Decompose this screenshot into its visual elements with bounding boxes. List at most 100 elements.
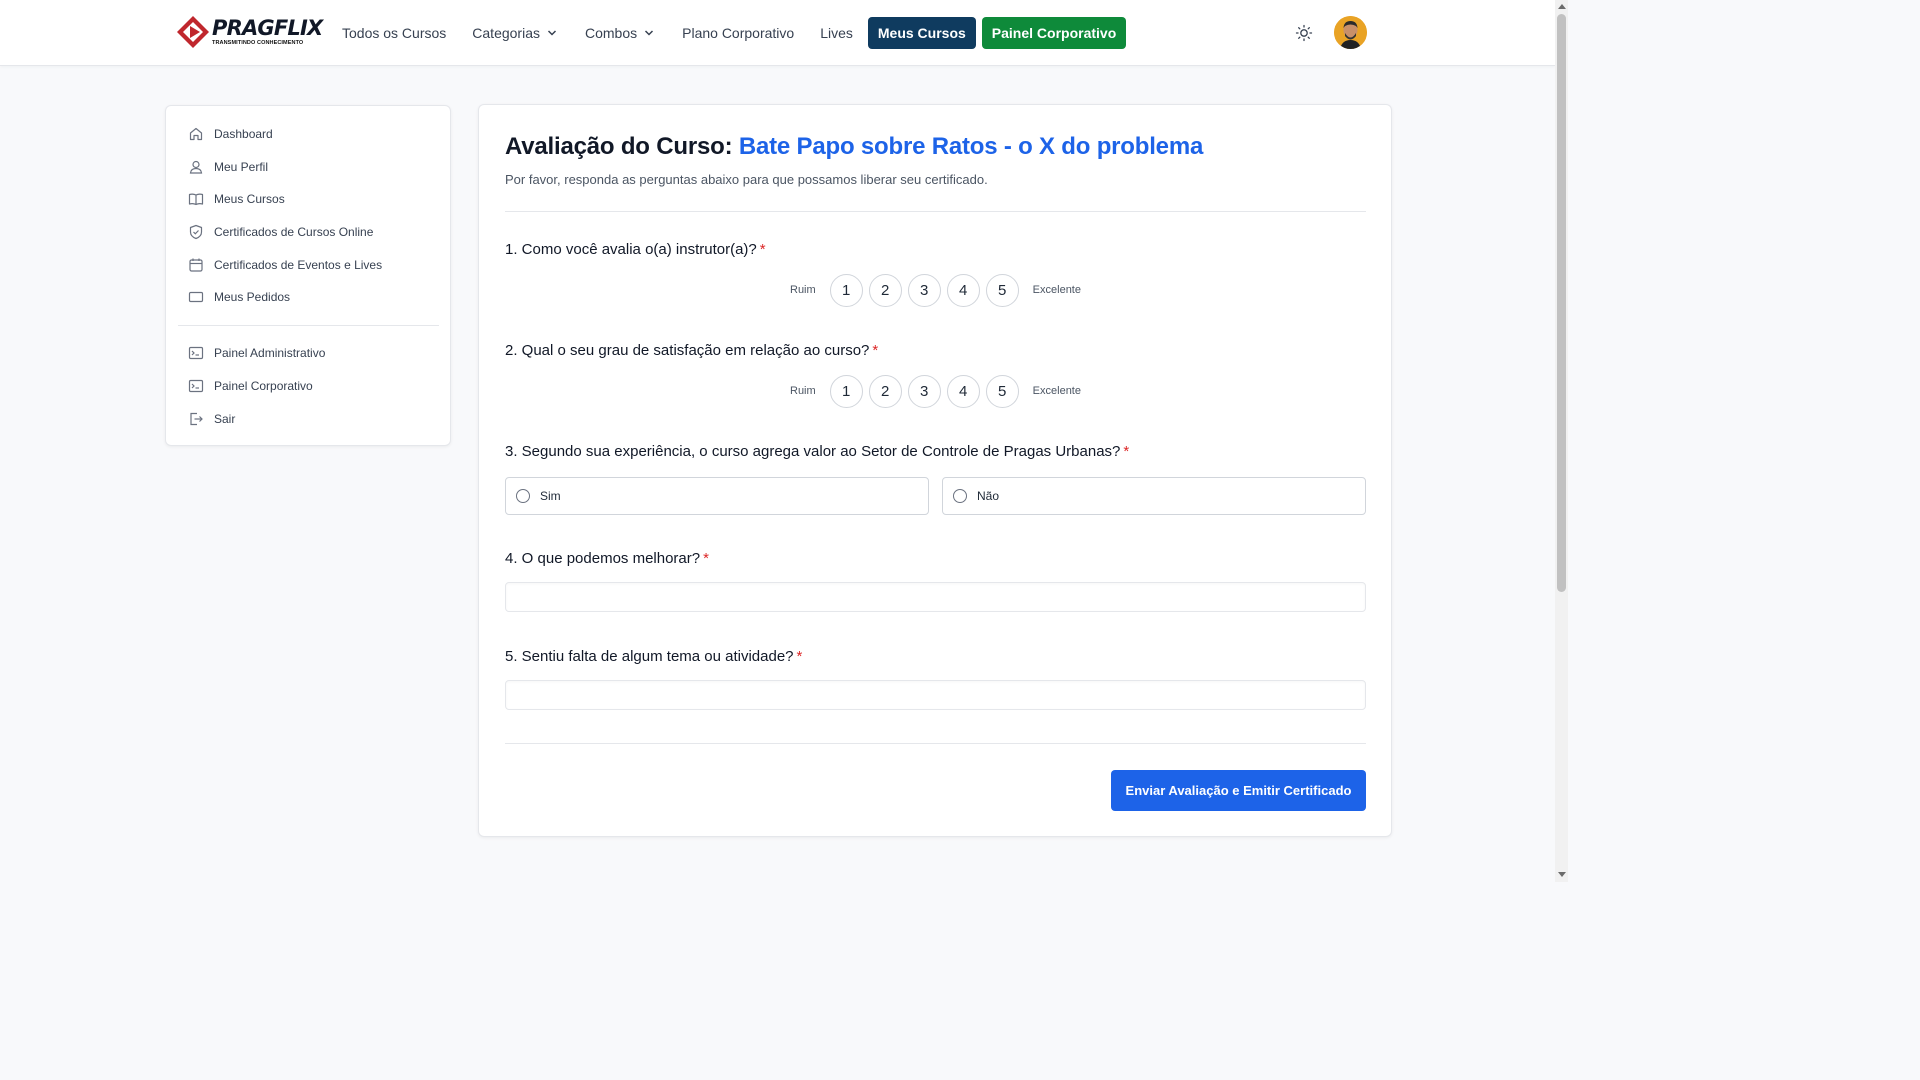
scale-low-label: Ruim bbox=[790, 284, 816, 296]
rating-option-1[interactable]: 1 bbox=[829, 273, 863, 307]
home-icon bbox=[189, 127, 203, 141]
chevron-down-icon bbox=[547, 29, 557, 36]
sidebar-item-dashboard[interactable]: Dashboard bbox=[188, 122, 273, 146]
scale-high-label: Excelente bbox=[1032, 385, 1081, 397]
rating-option-5[interactable]: 5 bbox=[985, 273, 1019, 307]
corporate-panel-button[interactable]: Painel Corporativo bbox=[981, 16, 1127, 49]
scroll-down-arrow-icon[interactable] bbox=[1558, 872, 1566, 877]
logout-icon bbox=[190, 412, 203, 426]
question-3-text: 3. Segundo sua experiência, o curso agre… bbox=[505, 443, 1121, 460]
sidebar-item-label: Meus Cursos bbox=[214, 192, 285, 206]
my-courses-button[interactable]: Meus Cursos bbox=[867, 16, 976, 49]
sidebar-item-profile[interactable]: Meu Perfil bbox=[188, 155, 268, 179]
account-sidebar: Dashboard Meu Perfil Meus Cursos Certifi… bbox=[165, 105, 451, 446]
nav-corporate-plan-label: Plano Corporativo bbox=[682, 24, 795, 41]
user-avatar[interactable] bbox=[1334, 16, 1367, 49]
nav-combos-label: Combos bbox=[584, 24, 638, 41]
terminal-icon bbox=[188, 346, 204, 360]
page-scrollbar[interactable] bbox=[1555, 0, 1568, 882]
chevron-down-icon bbox=[645, 29, 654, 36]
title-prefix: Avaliação do Curso: bbox=[505, 133, 733, 160]
sidebar-item-label: Dashboard bbox=[214, 127, 273, 141]
main-nav: Todos os Cursos Categorias Combos Plano … bbox=[342, 16, 1127, 49]
question-4-label: 4. O que podemos melhorar? * bbox=[505, 550, 709, 567]
rating-option-3[interactable]: 3 bbox=[907, 273, 941, 307]
sidebar-divider bbox=[178, 325, 439, 326]
book-icon bbox=[188, 193, 204, 206]
rating-option-4[interactable]: 4 bbox=[946, 374, 980, 408]
course-name: Bate Papo sobre Ratos - o X do problema bbox=[738, 133, 1204, 160]
question-2-text: 2. Qual o seu grau de satisfação em rela… bbox=[505, 342, 870, 359]
question-2-rating-scale: Ruim 1 2 3 4 5 Excelente bbox=[790, 374, 1081, 408]
user-icon bbox=[189, 160, 203, 174]
required-marker: * bbox=[703, 550, 709, 567]
required-marker: * bbox=[1123, 443, 1130, 460]
question-4-text: 4. O que podemos melhorar? bbox=[505, 550, 701, 567]
required-marker: * bbox=[872, 342, 879, 359]
terminal-icon bbox=[188, 379, 204, 393]
sidebar-item-my-courses[interactable]: Meus Cursos bbox=[188, 187, 285, 211]
missing-topic-input[interactable] bbox=[505, 680, 1366, 710]
question-2-label: 2. Qual o seu grau de satisfação em rela… bbox=[505, 342, 878, 359]
nav-all-courses[interactable]: Todos os Cursos bbox=[342, 16, 446, 49]
rating-option-4[interactable]: 4 bbox=[946, 273, 980, 307]
footer-divider bbox=[505, 743, 1366, 744]
rating-option-3[interactable]: 3 bbox=[907, 374, 941, 408]
logo-tagline: TRANSMITINDO CONHECIMENTO bbox=[212, 39, 304, 46]
nav-combos[interactable]: Combos bbox=[585, 16, 654, 49]
sidebar-item-label: Painel Administrativo bbox=[214, 346, 326, 360]
sun-icon[interactable] bbox=[1294, 23, 1314, 43]
submit-evaluation-button[interactable]: Enviar Avaliação e Emitir Certificado bbox=[1111, 770, 1366, 811]
logo-play-icon bbox=[177, 16, 209, 48]
improvement-input[interactable] bbox=[505, 582, 1366, 612]
question-3-label: 3. Segundo sua experiência, o curso agre… bbox=[505, 443, 1129, 460]
nav-categories-label: Categorias bbox=[472, 24, 540, 41]
scale-low-label: Ruim bbox=[790, 385, 816, 397]
sidebar-item-label: Meu Perfil bbox=[214, 160, 269, 174]
radio-option-sim[interactable]: Sim bbox=[505, 477, 929, 515]
sidebar-item-orders[interactable]: Meus Pedidos bbox=[188, 285, 290, 309]
sidebar-item-online-certificates[interactable]: Certificados de Cursos Online bbox=[188, 220, 373, 244]
sidebar-item-label: Certificados de Eventos e Lives bbox=[214, 258, 383, 272]
pragflix-logo[interactable]: PRAGFLIX TRANSMITINDO CONHECIMENTO bbox=[176, 15, 323, 49]
sidebar-item-logout[interactable]: Sair bbox=[188, 407, 235, 431]
question-1-rating-scale: Ruim 1 2 3 4 5 Excelente bbox=[790, 273, 1081, 307]
radio-option-nao[interactable]: Não bbox=[942, 477, 1366, 515]
sidebar-item-admin-panel[interactable]: Painel Administrativo bbox=[188, 341, 325, 365]
calendar-icon bbox=[189, 258, 203, 272]
nav-all-courses-label: Todos os Cursos bbox=[342, 24, 447, 41]
radio-button[interactable] bbox=[516, 489, 530, 503]
question-1-text: 1. Como você avalia o(a) instrutor(a)? bbox=[505, 241, 757, 258]
rating-option-5[interactable]: 5 bbox=[985, 374, 1019, 408]
header-divider bbox=[505, 211, 1366, 212]
nav-lives[interactable]: Lives bbox=[820, 16, 853, 49]
scale-high-label: Excelente bbox=[1032, 284, 1081, 296]
question-5-label: 5. Sentiu falta de algum tema ou ativida… bbox=[505, 648, 802, 665]
question-5-text: 5. Sentiu falta de algum tema ou ativida… bbox=[505, 648, 794, 665]
page-title: Avaliação do Curso: Bate Papo sobre Rato… bbox=[505, 133, 1203, 161]
rating-option-2[interactable]: 2 bbox=[868, 374, 902, 408]
sidebar-item-corporate-panel[interactable]: Painel Corporativo bbox=[188, 374, 313, 398]
scroll-up-arrow-icon[interactable] bbox=[1558, 4, 1566, 9]
card-icon bbox=[188, 291, 204, 303]
radio-label-sim: Sim bbox=[540, 489, 561, 503]
radio-button[interactable] bbox=[953, 489, 967, 503]
sidebar-item-event-certificates[interactable]: Certificados de Eventos e Lives bbox=[188, 253, 382, 277]
logo-wordmark: PRAGFLIX bbox=[212, 15, 323, 40]
sidebar-item-label: Painel Corporativo bbox=[214, 379, 313, 393]
nav-corporate-plan[interactable]: Plano Corporativo bbox=[682, 16, 794, 49]
nav-categories[interactable]: Categorias bbox=[472, 16, 557, 49]
rating-option-2[interactable]: 2 bbox=[868, 273, 902, 307]
required-marker: * bbox=[796, 648, 803, 665]
radio-label-nao: Não bbox=[977, 489, 1000, 503]
shield-icon bbox=[189, 224, 203, 240]
avatar-image bbox=[1334, 16, 1367, 49]
sidebar-item-label: Sair bbox=[214, 412, 236, 426]
required-marker: * bbox=[759, 241, 766, 258]
page-subtitle: Por favor, responda as perguntas abaixo … bbox=[505, 172, 988, 187]
scrollbar-thumb[interactable] bbox=[1557, 14, 1566, 592]
evaluation-form-card: Avaliação do Curso: Bate Papo sobre Rato… bbox=[478, 104, 1392, 837]
question-1-label: 1. Como você avalia o(a) instrutor(a)? * bbox=[505, 241, 766, 258]
nav-lives-label: Lives bbox=[820, 24, 853, 41]
rating-option-1[interactable]: 1 bbox=[829, 374, 863, 408]
